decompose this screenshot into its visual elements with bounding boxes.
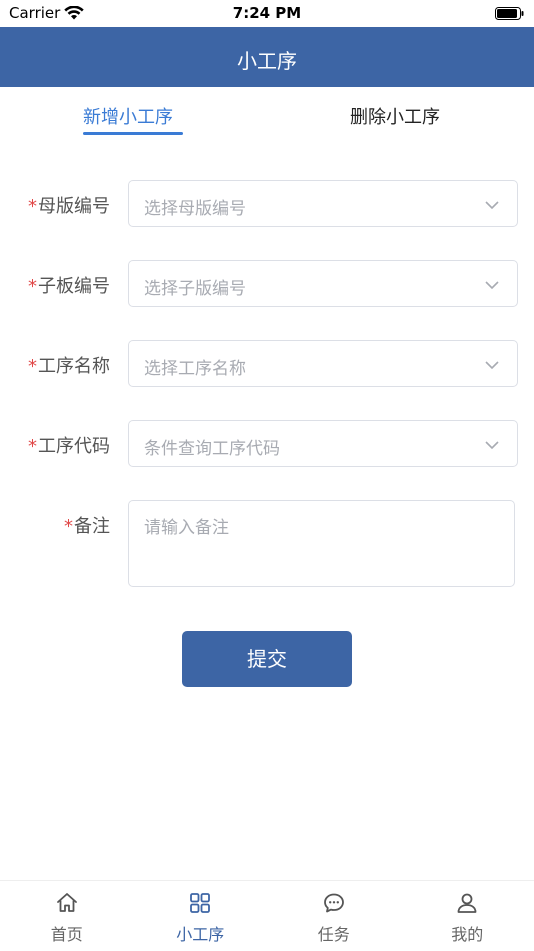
- select-placeholder: 选择母版编号: [144, 194, 246, 219]
- home-icon: [55, 891, 79, 915]
- bottom-tab-label: 我的: [401, 921, 534, 945]
- bottom-tab-task[interactable]: 任务: [267, 881, 401, 951]
- bottom-tab-bar: 首页 小工序 任务 我的: [0, 880, 534, 951]
- remark-textarea[interactable]: 请输入备注: [128, 500, 515, 587]
- form-row-process-name: *工序名称 选择工序名称: [0, 340, 534, 388]
- sub-board-label: 子板编号: [38, 276, 110, 297]
- form-row-process-code: *工序代码 条件查询工序代码: [0, 420, 534, 468]
- required-mark: *: [28, 436, 37, 457]
- process-name-label: 工序名称: [38, 356, 110, 377]
- remark-label: 备注: [74, 516, 110, 537]
- field-label: *工序代码: [28, 432, 110, 458]
- process-code-label: 工序代码: [38, 436, 110, 457]
- bottom-tab-home[interactable]: 首页: [0, 881, 134, 951]
- chat-icon: [322, 891, 346, 915]
- form-row-remark: *备注 请输入备注: [0, 500, 534, 548]
- chevron-down-icon: [484, 437, 500, 453]
- field-label: *母版编号: [28, 192, 110, 218]
- tab-delete-process[interactable]: 删除小工序: [350, 103, 440, 129]
- field-label: *子板编号: [28, 272, 110, 298]
- bottom-tab-label: 任务: [267, 921, 401, 945]
- select-placeholder: 选择子版编号: [144, 274, 246, 299]
- chevron-down-icon: [484, 277, 500, 293]
- battery-icon: [495, 7, 525, 20]
- form-row-mother-board: *母版编号 选择母版编号: [0, 180, 534, 228]
- user-icon: [455, 891, 479, 915]
- grid-icon: [188, 891, 212, 915]
- nav-bar: 小工序: [0, 27, 534, 87]
- page-title: 小工序: [0, 45, 534, 74]
- bottom-tab-mine[interactable]: 我的: [401, 881, 534, 951]
- mother-board-label: 母版编号: [38, 196, 110, 217]
- bottom-tab-label: 小工序: [134, 921, 268, 945]
- field-label: *工序名称: [28, 352, 110, 378]
- form-row-sub-board: *子板编号 选择子版编号: [0, 260, 534, 308]
- required-mark: *: [28, 356, 37, 377]
- chevron-down-icon: [484, 197, 500, 213]
- status-time: 7:24 PM: [0, 4, 534, 22]
- tab-add-process[interactable]: 新增小工序: [83, 103, 173, 129]
- mother-board-select[interactable]: 选择母版编号: [128, 180, 518, 227]
- textarea-placeholder: 请输入备注: [144, 513, 229, 538]
- bottom-tab-process[interactable]: 小工序: [134, 881, 268, 951]
- tab-bar-top: 新增小工序 删除小工序: [0, 87, 534, 142]
- select-placeholder: 选择工序名称: [144, 354, 246, 379]
- select-placeholder: 条件查询工序代码: [144, 434, 280, 459]
- chevron-down-icon: [484, 357, 500, 373]
- required-mark: *: [28, 276, 37, 297]
- status-bar: Carrier 7:24 PM: [0, 0, 534, 27]
- required-mark: *: [28, 196, 37, 217]
- process-name-select[interactable]: 选择工序名称: [128, 340, 518, 387]
- submit-button[interactable]: 提交: [182, 631, 352, 687]
- field-label: *备注: [64, 512, 110, 538]
- bottom-tab-label: 首页: [0, 921, 134, 945]
- sub-board-select[interactable]: 选择子版编号: [128, 260, 518, 307]
- process-code-select[interactable]: 条件查询工序代码: [128, 420, 518, 467]
- active-tab-indicator: [83, 132, 183, 135]
- required-mark: *: [64, 516, 73, 537]
